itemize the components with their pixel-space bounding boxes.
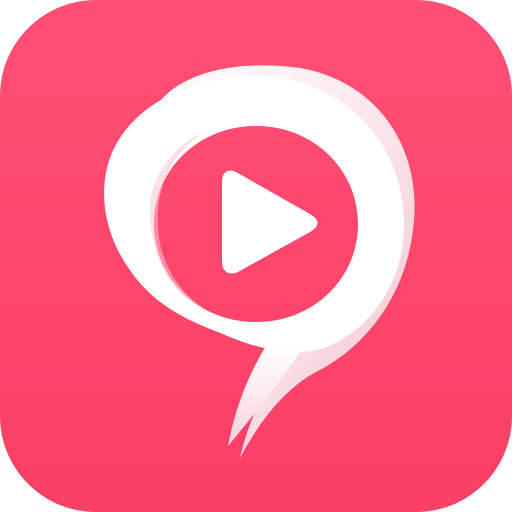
nine-tail [228, 346, 300, 446]
nine-play-logo-icon [104, 65, 415, 458]
app-icon-canvas [0, 0, 512, 512]
play-icon [222, 170, 318, 274]
app-icon[interactable] [0, 0, 512, 512]
